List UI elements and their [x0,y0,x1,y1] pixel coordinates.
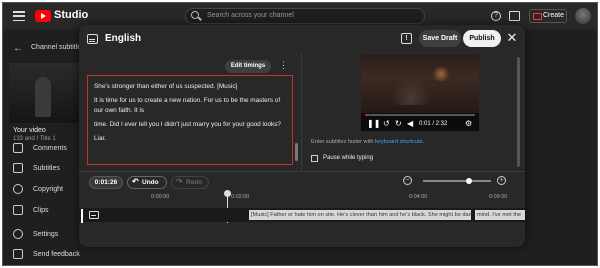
subtitle-line: She's stronger than either of us suspect… [94,83,238,90]
pause-while-typing-checkbox[interactable] [311,155,318,162]
playback-time: 0:01 / 2:32 [419,121,448,127]
player-controls: ❚❚ ↺ ↻ ◀ 0:01 / 2:32 ⚙ [361,113,479,131]
feedback-icon [13,249,23,259]
more-options-icon[interactable]: ⋮ [279,60,288,71]
your-video-label: Your video [13,127,46,134]
sidebar: ← Channel subtitles Your video 133 and I… [3,29,85,265]
subtitles-icon [89,211,99,219]
sidebar-item-subtitles[interactable]: Subtitles [13,163,60,173]
dialog-header: English ! Save Draft Publish ✕ [79,25,525,53]
text-scrollbar[interactable] [295,143,298,161]
pause-icon[interactable]: ❚❚ [367,119,380,128]
scissors-icon [13,205,23,215]
youtube-logo-icon[interactable] [35,10,51,22]
comment-icon [13,143,23,153]
sidebar-item-label: Subtitles [33,164,60,172]
language-title: English [105,33,142,44]
sidebar-item-label: Copyright [33,185,63,193]
report-icon[interactable]: ! [401,33,412,44]
subtitles-icon [87,34,98,44]
zoom-in-icon[interactable]: + [497,176,506,185]
create-button[interactable]: Create [529,9,567,23]
tick-label: 0:00:00 [151,194,170,200]
volume-icon[interactable]: ◀ [407,119,413,128]
search-placeholder: Search across your channel [207,12,294,19]
gear-icon[interactable]: ⚙ [465,119,472,128]
scene-figures [391,75,431,105]
video-thumbnail[interactable] [9,63,79,123]
video-frame [361,55,479,113]
tick-label: 0:04:00 [409,194,428,200]
sidebar-item-settings[interactable]: Settings [13,229,58,239]
keyboard-hint: Enter subtitles faster with keyboard sho… [311,139,424,145]
sidebar-item-label: Clips [33,206,49,214]
copyright-icon [13,184,23,194]
rewind-icon[interactable]: ↺ [383,119,390,128]
avatar[interactable] [575,8,591,24]
forward-icon[interactable]: ↻ [395,119,402,128]
keyboard-hint-text: Enter subtitles faster with [311,139,376,145]
tick-label: 0:02:00 [231,194,250,200]
sidebar-item-copyright[interactable]: Copyright [13,184,63,194]
subtitles-icon [13,163,23,173]
video-preview[interactable]: ❚❚ ↺ ↻ ◀ 0:01 / 2:32 ⚙ [361,55,479,131]
redo-button[interactable]: Redo [171,176,209,189]
subtitle-line: It is time for us to create a new nation… [94,97,281,114]
back-arrow-icon[interactable]: ← [13,43,23,54]
subtitle-cue[interactable]: mind. I've met the [475,210,525,220]
subtitle-line: time. Did I ever tell you I didn't just … [94,121,281,128]
current-time-field[interactable]: 0:01:26 [89,176,123,189]
channel-subtitles-label[interactable]: Channel subtitles [31,44,85,51]
zoom-out-icon[interactable]: – [403,176,412,185]
sidebar-item-label: Send feedback [33,250,80,258]
gear-icon [13,229,23,239]
search-icon[interactable] [191,11,199,19]
feedback-icon[interactable] [509,11,520,21]
keyboard-hint-suffix: . [422,139,424,145]
subtitle-line: Liar. [94,135,107,142]
publish-button[interactable]: Publish [463,30,501,47]
sidebar-item-comments[interactable]: Comments [13,143,67,153]
hamburger-menu-icon[interactable] [13,11,25,21]
zoom-slider-handle[interactable] [466,177,473,184]
close-icon[interactable]: ✕ [505,31,519,45]
pause-while-typing-label: Pause while typing [323,155,374,161]
sidebar-item-send-feedback[interactable]: Send feedback [13,249,80,259]
edit-timings-button[interactable]: Edit timings [225,60,271,73]
sidebar-item-label: Comments [33,144,67,152]
undo-button[interactable]: Undo [127,176,167,189]
panel-divider [301,53,302,171]
tick-label: 0:09:00 [489,194,508,200]
zoom-slider[interactable] [423,177,491,184]
sidebar-item-clips[interactable]: Clips [13,205,49,215]
video-title: 133 and I Title 1 [13,136,56,142]
thumbnail-figure [35,77,51,117]
subtitle-cue[interactable]: [Music] Father or hate him on site. He's… [249,210,471,220]
track-start-marker [81,209,83,223]
subtitle-editor-dialog: English ! Save Draft Publish ✕ Edit timi… [79,25,525,247]
studio-brand[interactable]: Studio [54,9,88,21]
progress-fill [365,114,367,116]
progress-bar[interactable] [365,114,475,116]
sidebar-item-label: Settings [33,230,59,238]
help-icon[interactable]: ? [491,11,501,21]
scene-light [431,67,451,81]
subtitle-text-area[interactable]: She's stronger than either of us suspect… [87,75,293,165]
keyboard-shortcuts-link[interactable]: keyboard shortcuts [375,139,422,145]
dialog-scrollbar[interactable] [517,57,520,167]
save-draft-button[interactable]: Save Draft [419,30,461,47]
studio-window: Studio Search across your channel ? Crea… [2,2,598,266]
